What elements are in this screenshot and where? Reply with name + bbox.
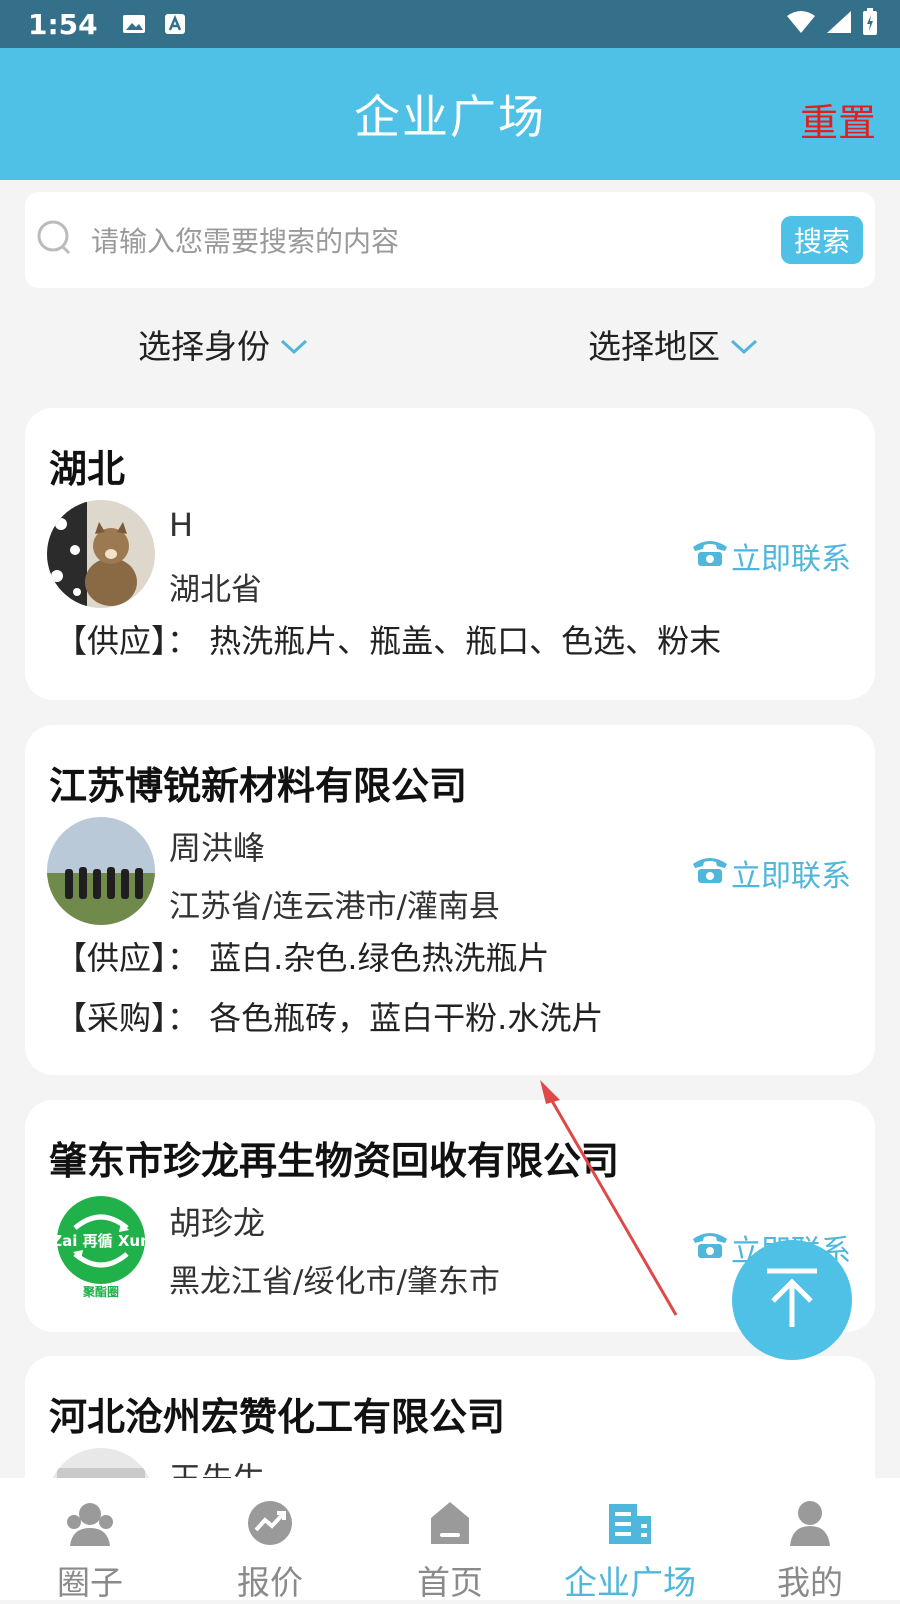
company-region: 江苏省/连云港市/灌南县 [169,889,500,925]
signal-icon [826,10,852,38]
tab-label: 我的 [777,1563,843,1602]
avatar [47,500,155,608]
tab-label: 企业广场 [564,1563,696,1602]
company-card[interactable]: 湖北 H 湖北省 立即联系 【供应】： 热洗瓶片、瓶盖、瓶口、色选、粉末 [25,408,875,700]
page-title: 企业广场 [354,90,546,144]
building-icon [607,1500,653,1550]
company-logo: Zai 再循 Xun 聚酯圈 [47,1192,155,1300]
company-name: 湖北 [49,447,126,491]
tab-label: 首页 [417,1563,483,1602]
bottom-tab-bar: 圈子 报价 首页 企业广场 我的 [0,1478,900,1602]
tab-circle[interactable]: 圈子 [0,1478,180,1602]
company-name: 河北沧州宏赞化工有限公司 [49,1395,506,1439]
font-notification-icon [164,13,186,35]
company-card[interactable]: 江苏博锐新材料有限公司 周洪峰 江苏省/连云港市/灌南县 立即联系 【供应】： … [25,725,875,1075]
phone-icon [691,537,729,575]
supply-info: 【供应】： 蓝白.杂色.绿色热洗瓶片 [55,939,550,977]
tab-enterprise-square[interactable]: 企业广场 [540,1478,720,1602]
app-header: 企业广场 重置 [0,48,900,180]
identity-filter-label: 选择身份 [138,327,270,366]
logo-text-top: Zai 再循 Xun [51,1232,151,1250]
identity-filter[interactable]: 选择身份 [138,320,308,368]
arrow-up-icon [757,1263,827,1337]
contact-person: H [169,506,194,544]
purchase-info: 【采购】： 各色瓶砖，蓝白干粉.水洗片 [55,999,604,1037]
chevron-down-icon [730,325,758,364]
wifi-icon [786,10,816,38]
contact-now-label: 立即联系 [731,542,851,577]
tab-mine[interactable]: 我的 [720,1478,900,1602]
search-bar: 请输入您需要搜索的内容 搜索 [25,192,875,288]
tab-home[interactable]: 首页 [360,1478,540,1602]
phone-icon [691,1229,729,1267]
tab-label: 报价 [237,1563,303,1602]
image-notification-icon [122,13,146,35]
contact-now-label: 立即联系 [731,859,851,894]
search-input[interactable]: 请输入您需要搜索的内容 [91,220,781,260]
avatar [47,817,155,925]
region-filter[interactable]: 选择地区 [588,320,758,368]
contact-person: 周洪峰 [169,829,266,867]
people-icon [64,1500,116,1550]
back-to-top-button[interactable] [732,1240,852,1360]
supply-info: 【供应】： 热洗瓶片、瓶盖、瓶口、色选、粉末 [55,622,722,660]
region-filter-label: 选择地区 [588,327,720,366]
contact-now-button[interactable]: 立即联系 [691,534,851,578]
company-name: 肇东市珍龙再生物资回收有限公司 [49,1139,620,1183]
contact-person: 胡珍龙 [169,1204,266,1242]
tab-label: 圈子 [57,1563,123,1602]
trend-icon [247,1500,293,1550]
status-time: 1:54 [28,7,98,41]
company-region: 湖北省 [169,572,262,608]
home-icon [429,1500,471,1550]
logo-text-bottom: 聚酯圈 [82,1284,119,1299]
reset-button[interactable]: 重置 [800,92,876,147]
user-icon [788,1500,832,1550]
company-name: 江苏博锐新材料有限公司 [49,764,468,808]
tab-quote[interactable]: 报价 [180,1478,360,1602]
search-button[interactable]: 搜索 [781,216,863,264]
contact-now-button[interactable]: 立即联系 [691,851,851,895]
search-icon [35,218,75,262]
battery-icon [862,8,878,40]
company-region: 黑龙江省/绥化市/肇东市 [169,1264,500,1300]
status-bar: 1:54 [0,0,900,48]
phone-icon [691,854,729,892]
chevron-down-icon [280,325,308,364]
